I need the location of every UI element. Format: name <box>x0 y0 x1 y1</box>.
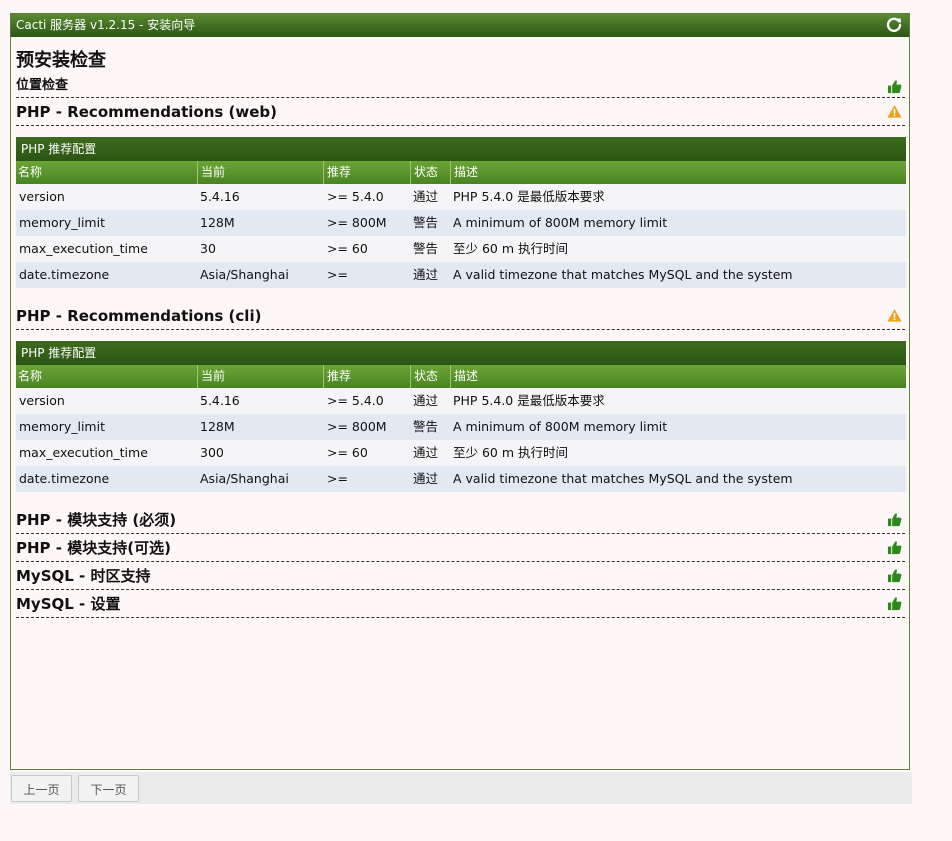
cell-recommended: >= 5.4.0 <box>327 189 384 204</box>
thumbs-up-icon <box>887 541 902 555</box>
table-row: date.timezone Asia/Shanghai >= 通过 A vali… <box>16 262 906 288</box>
cell-name: max_execution_time <box>19 445 148 460</box>
section-label: PHP - 模块支持(可选) <box>16 539 171 557</box>
cell-current: 5.4.16 <box>200 393 240 408</box>
column-header-recommended[interactable]: 推荐 <box>323 365 410 388</box>
section-mysql-settings[interactable]: MySQL - 设置 <box>16 590 905 618</box>
table-row: date.timezone Asia/Shanghai >= 通过 A vali… <box>16 466 906 492</box>
install-content: 预安装检查 位置检查 PHP - Recommendations (web) P… <box>11 49 909 618</box>
column-header-status[interactable]: 状态 <box>410 161 450 184</box>
cell-description: PHP 5.4.0 是最低版本要求 <box>453 393 605 408</box>
column-header-current[interactable]: 当前 <box>197 365 323 388</box>
section-mysql-timezone[interactable]: MySQL - 时区支持 <box>16 562 905 590</box>
cell-recommended: >= 800M <box>327 419 387 434</box>
table-title: PHP 推荐配置 <box>16 341 906 365</box>
cell-recommended: >= 60 <box>327 445 368 460</box>
cell-current: 128M <box>200 215 235 230</box>
cell-status: 警告 <box>413 215 439 230</box>
column-header-name[interactable]: 名称 <box>16 161 197 184</box>
table-row: version 5.4.16 >= 5.4.0 通过 PHP 5.4.0 是最低… <box>16 184 906 210</box>
warning-icon <box>887 104 902 118</box>
table-row: max_execution_time 300 >= 60 通过 至少 60 m … <box>16 440 906 466</box>
cell-name: version <box>19 393 65 408</box>
column-header-name[interactable]: 名称 <box>16 365 197 388</box>
cell-name: date.timezone <box>19 267 110 282</box>
cell-description: A minimum of 800M memory limit <box>453 419 668 434</box>
page-title: 预安装检查 <box>16 50 106 71</box>
warning-icon <box>887 308 902 322</box>
window-titlebar: Cacti 服务器 v1.2.15 - 安装向导 <box>11 14 909 37</box>
column-header-description[interactable]: 描述 <box>450 161 906 184</box>
table-row: memory_limit 128M >= 800M 警告 A minimum o… <box>16 210 906 236</box>
section-label: PHP - 模块支持 (必须) <box>16 511 177 529</box>
table-header: 名称 当前 推荐 状态 描述 <box>16 161 906 184</box>
column-header-current[interactable]: 当前 <box>197 161 323 184</box>
cell-status: 通过 <box>413 267 439 282</box>
table-header: 名称 当前 推荐 状态 描述 <box>16 365 906 388</box>
cell-description: 至少 60 m 执行时间 <box>453 445 569 460</box>
table-row: version 5.4.16 >= 5.4.0 通过 PHP 5.4.0 是最低… <box>16 388 906 414</box>
cell-name: max_execution_time <box>19 241 148 256</box>
cell-status: 通过 <box>413 393 439 408</box>
thumbs-up-icon <box>887 80 902 94</box>
cell-recommended: >= <box>327 471 348 486</box>
cell-status: 通过 <box>413 189 439 204</box>
window-title: Cacti 服务器 v1.2.15 - 安装向导 <box>16 18 196 32</box>
cell-current: 30 <box>200 241 216 256</box>
section-php-web[interactable]: PHP - Recommendations (web) <box>16 98 905 126</box>
cell-status: 通过 <box>413 471 439 486</box>
cell-current: 5.4.16 <box>200 189 240 204</box>
cell-description: 至少 60 m 执行时间 <box>453 241 569 256</box>
cell-description: PHP 5.4.0 是最低版本要求 <box>453 189 605 204</box>
thumbs-up-icon <box>887 569 902 583</box>
cell-name: memory_limit <box>19 419 105 434</box>
table-title: PHP 推荐配置 <box>16 137 906 161</box>
section-location-check[interactable]: 位置检查 <box>16 73 905 98</box>
php-web-config-table: PHP 推荐配置 名称 当前 推荐 状态 描述 version 5.4.16 >… <box>16 137 906 288</box>
cell-status: 通过 <box>413 445 439 460</box>
cell-current: 300 <box>200 445 224 460</box>
installer-window: Cacti 服务器 v1.2.15 - 安装向导 预安装检查 位置检查 PHP … <box>10 13 910 770</box>
table-row: max_execution_time 30 >= 60 警告 至少 60 m 执… <box>16 236 906 262</box>
cell-recommended: >= <box>327 267 348 282</box>
refresh-icon[interactable] <box>885 16 903 34</box>
section-php-cli[interactable]: PHP - Recommendations (cli) <box>16 302 905 330</box>
section-label: PHP - Recommendations (cli) <box>16 307 262 325</box>
cell-current: Asia/Shanghai <box>200 267 289 282</box>
next-button[interactable]: 下一页 <box>78 775 139 802</box>
cell-recommended: >= 5.4.0 <box>327 393 384 408</box>
cell-description: A minimum of 800M memory limit <box>453 215 668 230</box>
cell-recommended: >= 800M <box>327 215 387 230</box>
cell-status: 警告 <box>413 241 439 256</box>
cell-description: A valid timezone that matches MySQL and … <box>453 267 793 282</box>
thumbs-up-icon <box>887 513 902 527</box>
thumbs-up-icon <box>887 597 902 611</box>
section-php-modules-required[interactable]: PHP - 模块支持 (必须) <box>16 506 905 534</box>
cell-name: version <box>19 189 65 204</box>
cell-name: memory_limit <box>19 215 105 230</box>
section-php-modules-optional[interactable]: PHP - 模块支持(可选) <box>16 534 905 562</box>
cell-description: A valid timezone that matches MySQL and … <box>453 471 793 486</box>
column-header-recommended[interactable]: 推荐 <box>323 161 410 184</box>
table-row: memory_limit 128M >= 800M 警告 A minimum o… <box>16 414 906 440</box>
previous-button[interactable]: 上一页 <box>11 775 72 802</box>
php-cli-config-table: PHP 推荐配置 名称 当前 推荐 状态 描述 version 5.4.16 >… <box>16 341 906 492</box>
cell-name: date.timezone <box>19 471 110 486</box>
section-label: MySQL - 时区支持 <box>16 567 151 585</box>
column-header-status[interactable]: 状态 <box>410 365 450 388</box>
cell-status: 警告 <box>413 419 439 434</box>
section-label: 位置检查 <box>16 78 69 93</box>
column-header-description[interactable]: 描述 <box>450 365 906 388</box>
cell-recommended: >= 60 <box>327 241 368 256</box>
cell-current: Asia/Shanghai <box>200 471 289 486</box>
cell-current: 128M <box>200 419 235 434</box>
wizard-footer: 上一页 下一页 <box>10 772 912 804</box>
section-label: MySQL - 设置 <box>16 595 121 613</box>
section-label: PHP - Recommendations (web) <box>16 103 278 121</box>
